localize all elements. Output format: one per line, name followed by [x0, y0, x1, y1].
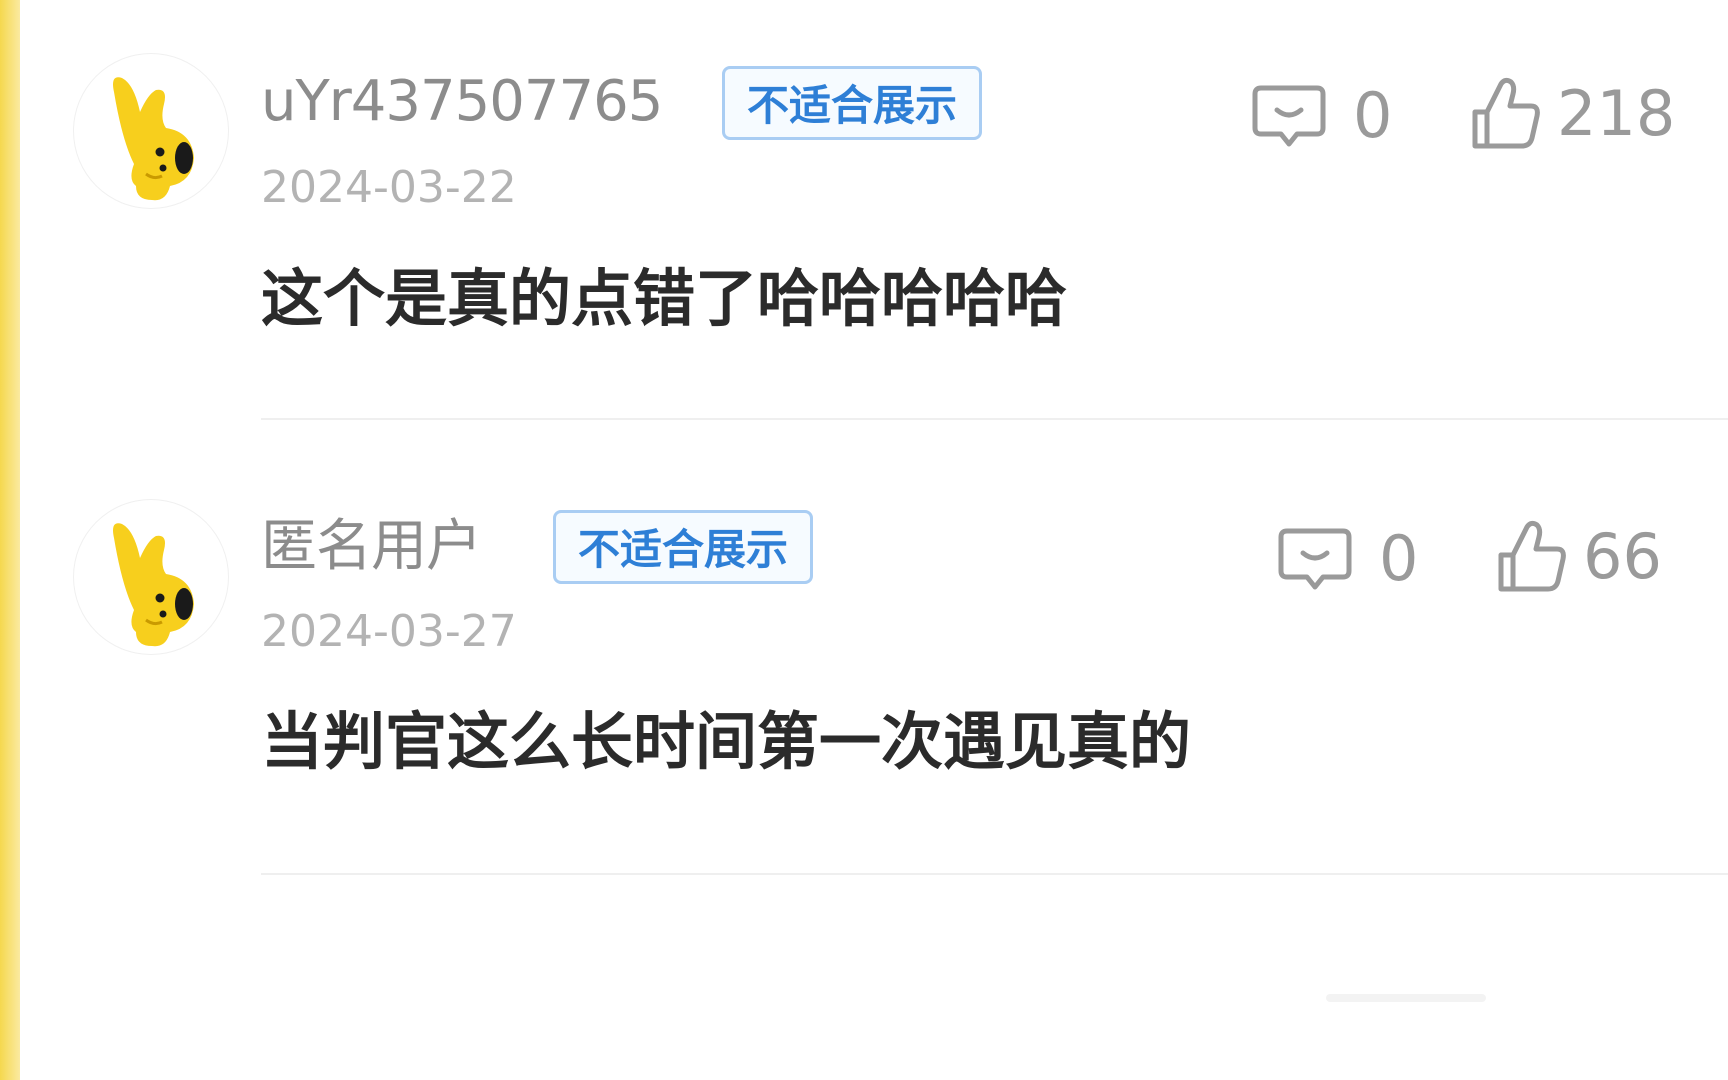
username[interactable]: uYr437507765	[261, 74, 663, 130]
yellow-rabbit-mascot-icon	[113, 523, 194, 647]
comment-item: 匿名用户 不适合展示 2024-03-27 当判官这么长时间第一次遇见真的 0 …	[21, 449, 1728, 875]
blur-artifact	[1326, 994, 1486, 1002]
comment-date: 2024-03-22	[261, 162, 517, 213]
app-frame: uYr437507765 不适合展示 2024-03-22 这个是真的点错了哈哈…	[0, 0, 1728, 1080]
thumbs-up-icon	[1498, 520, 1566, 592]
reply-button[interactable]: 0	[1251, 82, 1392, 150]
like-count: 218	[1557, 77, 1676, 150]
reply-count: 0	[1353, 79, 1393, 152]
comment-item: uYr437507765 不适合展示 2024-03-22 这个是真的点错了哈哈…	[21, 6, 1728, 426]
comments-panel: uYr437507765 不适合展示 2024-03-22 这个是真的点错了哈哈…	[21, 6, 1728, 1080]
username[interactable]: 匿名用户	[261, 519, 482, 575]
comment-bubble-icon	[1252, 85, 1326, 147]
divider	[261, 418, 1728, 420]
comment-text: 这个是真的点错了哈哈哈哈哈	[261, 262, 1068, 335]
yellow-rabbit-mascot-icon	[113, 77, 194, 201]
divider	[261, 873, 1728, 875]
comment-bubble-icon	[1278, 528, 1352, 590]
avatar[interactable]	[74, 500, 228, 654]
status-badge: 不适合展示	[553, 510, 814, 584]
reply-count: 0	[1379, 522, 1419, 595]
like-button[interactable]: 218	[1469, 76, 1675, 152]
avatar[interactable]	[74, 54, 228, 208]
status-badge: 不适合展示	[722, 66, 983, 140]
reply-button[interactable]: 0	[1277, 525, 1418, 593]
comment-date: 2024-03-27	[261, 606, 517, 657]
like-count: 66	[1583, 520, 1662, 593]
like-button[interactable]: 66	[1495, 519, 1662, 595]
comment-text: 当判官这么长时间第一次遇见真的	[261, 705, 1192, 778]
thumbs-up-icon	[1472, 77, 1540, 149]
